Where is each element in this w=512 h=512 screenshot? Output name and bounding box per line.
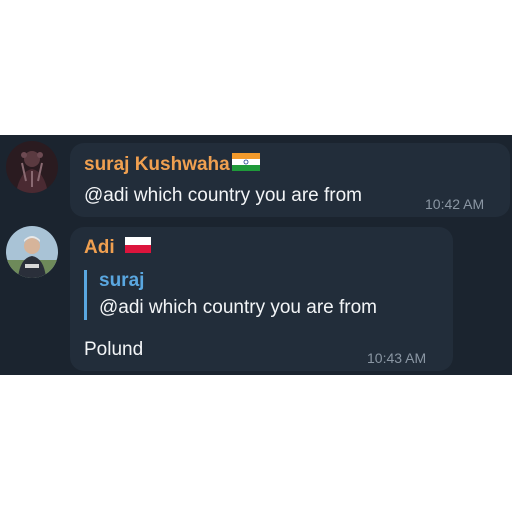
sender-name-text: Adi	[84, 237, 115, 258]
message-bubble[interactable]: Adi suraj @adi which country you are fro…	[70, 227, 453, 371]
sender-name-text: suraj Kushwaha	[84, 154, 230, 175]
sender-name[interactable]: Adi	[84, 237, 151, 259]
message-text: Polund	[84, 339, 144, 360]
message-timestamp: 10:43 AM	[367, 350, 427, 366]
chat-area: suraj Kushwaha @adi which country you ar…	[0, 135, 512, 375]
user-avatar-icon[interactable]	[6, 141, 58, 193]
user-avatar-icon[interactable]	[6, 226, 58, 278]
reply-quote[interactable]: suraj @adi which country you are from	[84, 270, 377, 320]
sender-name[interactable]: suraj Kushwaha	[84, 153, 260, 177]
poland-flag-icon	[124, 237, 151, 259]
message-timestamp: 10:42 AM	[425, 196, 485, 212]
reply-sender-name: suraj	[99, 270, 145, 291]
message-text: @adi which country you are from	[84, 185, 363, 206]
reply-text: @adi which country you are from	[99, 297, 378, 318]
message-bubble[interactable]: suraj Kushwaha @adi which country you ar…	[70, 143, 510, 217]
india-flag-icon	[231, 153, 260, 177]
